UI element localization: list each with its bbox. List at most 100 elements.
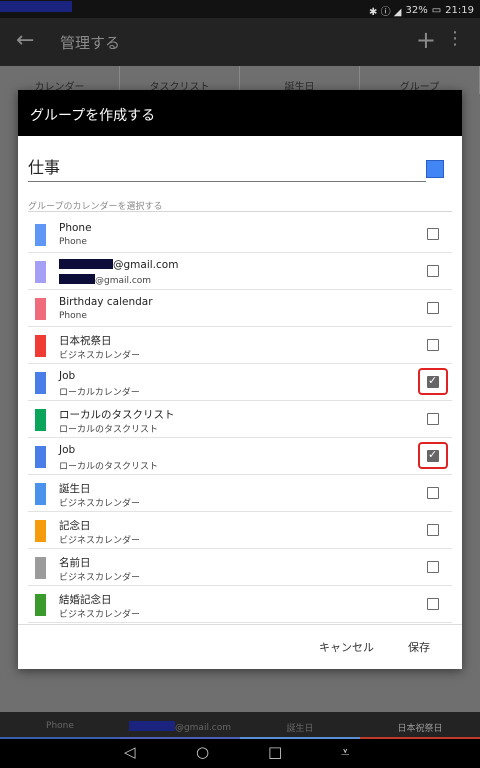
list-item[interactable]: ローカルのタスクリスト ローカルのタスクリスト [28,401,452,438]
list-item[interactable]: Phone Phone [28,216,452,253]
battery-level: 32% [405,5,428,16]
list-item[interactable]: 記念日ビジネスカレンダー [28,512,452,549]
calendar-title-text: Job [59,444,76,456]
calendar-title-text: 日本祝祭日 [59,335,112,347]
calendar-title: 記念日 [59,518,91,533]
bottom-tab[interactable]: 日本祝祭日 [360,712,480,739]
list-item[interactable]: 日本祝祭日ビジネスカレンダー [28,327,452,364]
calendar-subtitle: ローカルのタスクリスト [59,422,158,435]
bottom-tab-label: Phone [46,721,74,731]
calendar-checkbox[interactable] [427,561,439,573]
group-color-picker[interactable] [426,160,444,178]
bottom-tab-label: @gmail.com [174,723,232,733]
calendar-title: Job [59,444,75,456]
nav-back-icon[interactable]: ◁ [124,743,136,761]
calendar-subtitle-text: ビジネスカレンダー [59,536,141,546]
status-notification-redacted [0,1,72,12]
calendar-checkbox[interactable] [427,598,439,610]
bottom-tab[interactable]: Phone [0,712,120,739]
bottom-tab-label: 誕生日 [286,724,314,734]
calendar-title: @gmail.com [59,259,178,271]
calendar-checkbox[interactable] [427,487,439,499]
calendar-title-text: Phone [59,222,92,234]
calendar-color-swatch [35,483,46,505]
calendar-subtitle-text: ローカルのタスクリスト [59,425,159,435]
calendar-checkbox[interactable] [427,339,439,351]
more-vert-icon[interactable]: ⋮ [446,28,464,49]
calendar-color-swatch [35,261,46,283]
list-item[interactable]: 誕生日ビジネスカレンダー [28,475,452,512]
list-item[interactable]: @gmail.com @gmail.com [28,253,452,290]
calendar-subtitle: ビジネスカレンダー [59,348,140,361]
calendar-subtitle-text: Phone [59,311,87,321]
calendar-title: 誕生日 [59,481,91,496]
list-item[interactable]: Job ローカルのタスクリスト [28,438,452,475]
calendar-subtitle: @gmail.com [59,274,151,286]
calendar-color-swatch [35,594,46,616]
calendar-color-swatch [35,298,46,320]
create-group-dialog: グループを作成する グループのカレンダーを選択する PhonePhone@gma… [18,90,462,669]
calendar-title: Job [59,370,75,382]
group-name-input[interactable] [28,156,426,175]
calendar-title-text: 名前日 [59,557,91,569]
calendar-subtitle: Phone [59,237,87,247]
bottom-tab[interactable]: 誕生日 [240,712,360,739]
calendar-color-swatch [35,224,46,246]
calendar-checkbox[interactable] [427,448,439,462]
calendar-color-swatch [35,557,46,579]
system-nav-bar: ◁ ○ □ ⩡ [0,739,480,768]
calendar-subtitle-text: @gmail.com [95,276,152,286]
nav-home-icon[interactable]: ○ [196,743,209,761]
calendar-subtitle-text: ビジネスカレンダー [59,499,141,509]
save-button[interactable]: 保存 [408,639,430,655]
cancel-button[interactable]: キャンセル [319,639,374,655]
calendar-checkbox[interactable] [427,228,439,240]
calendar-title-text: 誕生日 [59,483,91,495]
calendar-title: Phone [59,222,92,234]
calendar-subtitle-text: ローカルカレンダー [59,388,140,398]
calendar-list: Phone Phone @gmail.com @gmail.com Birthday c… [28,216,452,624]
group-name-row [28,156,426,182]
add-icon[interactable]: + [416,26,436,54]
status-icons: ✱ ⓘ ◢ [369,7,402,18]
calendar-title: 日本祝祭日 [59,333,112,348]
redacted-block [128,721,175,731]
redacted-block [59,259,113,269]
nav-recents-icon[interactable]: □ [268,743,282,761]
calendar-checkbox[interactable] [427,413,439,425]
nav-notification-icon[interactable]: ⩡ [341,743,349,761]
list-item[interactable]: Birthday calendar Phone [28,290,452,327]
calendar-subtitle: ビジネスカレンダー [59,607,140,620]
status-indicators: ✱ ⓘ ◢ 32% ▭ 21:19 [369,3,474,18]
page-title: 管理する [60,34,121,52]
calendar-subtitle: ローカルのタスクリスト [59,459,158,472]
calendar-subtitle: ビジネスカレンダー [59,496,140,509]
calendar-subtitle: ローカルカレンダー [59,385,140,398]
calendar-subtitle: Phone [59,311,87,321]
calendar-checkbox[interactable] [427,374,439,388]
calendar-title: Birthday calendar [59,296,153,308]
app-bar: ← 管理する + ⋮ [0,18,480,66]
dialog-footer: キャンセル 保存 [18,624,462,669]
calendar-title-text: Job [59,370,76,382]
bottom-calendar-tabs: Phone @gmail.com 誕生日 日本祝祭日 [0,712,480,739]
status-bar: ✱ ⓘ ◢ 32% ▭ 21:19 [0,0,480,18]
calendar-checkbox[interactable] [427,265,439,277]
redacted-block [59,274,95,284]
calendar-title: ローカルのタスクリスト [59,407,175,422]
calendar-subtitle-text: ビジネスカレンダー [59,351,141,361]
calendar-color-swatch [35,446,46,468]
calendar-title-text: @gmail.com [113,259,179,271]
calendar-checkbox[interactable] [427,302,439,314]
calendar-subtitle-text: ローカルのタスクリスト [59,462,159,472]
calendar-title-text: 記念日 [59,520,91,532]
calendar-title: 結婚記念日 [59,592,112,607]
bottom-tab[interactable]: @gmail.com [120,712,240,739]
calendar-checkbox[interactable] [427,524,439,536]
list-item[interactable]: 結婚記念日 ビジネスカレンダー [28,586,452,623]
list-item[interactable]: 名前日 ビジネスカレンダー [28,549,452,586]
list-item[interactable]: Job ローカルカレンダー [28,364,452,401]
calendar-subtitle: ビジネスカレンダー [59,533,140,546]
back-arrow-icon[interactable]: ← [16,28,34,53]
calendar-title: 名前日 [59,555,91,570]
